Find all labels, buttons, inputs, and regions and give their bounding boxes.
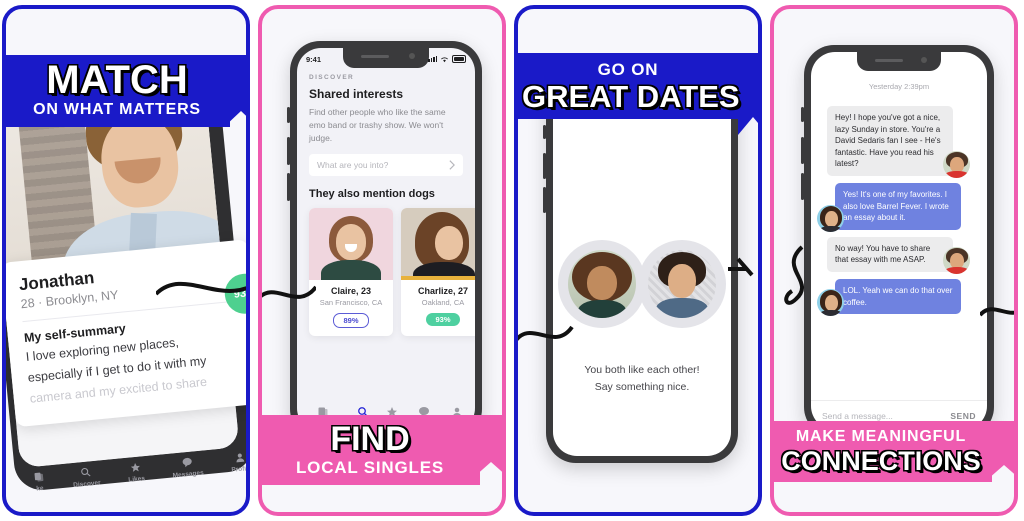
- card-match-badge: 93%: [426, 313, 460, 327]
- banner-subhead: LOCAL SINGLES: [296, 458, 444, 478]
- avatar: [817, 204, 844, 232]
- message-row: No way! You have to share that essay wit…: [817, 236, 981, 274]
- tab-label: Profile: [231, 464, 246, 474]
- tab-label: Discover: [72, 479, 101, 490]
- panel-4-banner: MAKE MEANINGFUL CONNECTIONS: [774, 421, 992, 483]
- message-row: Hey! I hope you've got a nice, lazy Sund…: [817, 106, 981, 178]
- page-subtitle: Find other people who like the same emo …: [309, 107, 446, 143]
- gallery-panel-1: Jonathan 28 · Brooklyn, NY My self-summa…: [2, 5, 250, 516]
- status-time: 9:41: [306, 54, 322, 64]
- sidebar-item-doubletake[interactable]: ke: [33, 471, 46, 493]
- panel-1-banner: MATCH ON WHAT MATTERS: [6, 55, 230, 127]
- match-avatars: [558, 240, 726, 328]
- card-name: Claire, 23: [330, 286, 372, 297]
- match-card[interactable]: Charlize, 27 Oakland, CA 93%: [401, 208, 475, 337]
- status-bar: 9:41: [297, 48, 475, 70]
- banner-headline: GREAT DATES: [522, 78, 740, 114]
- discover-content: DISCOVER Shared interests Find other peo…: [297, 74, 475, 402]
- sidebar-item-likes[interactable]: Likes: [127, 461, 146, 484]
- banner-headline: FIND: [330, 420, 410, 458]
- panel-3-banner: GO ON GREAT DATES: [518, 53, 742, 120]
- chevron-right-icon: [449, 160, 455, 170]
- card-name: Charlize, 27: [417, 286, 469, 297]
- avatar-left: [568, 250, 636, 318]
- screenshot-gallery: Jonathan 28 · Brooklyn, NY My self-summa…: [0, 0, 1024, 521]
- section-eyebrow: DISCOVER: [309, 74, 355, 81]
- avatar: [943, 150, 970, 178]
- wifi-icon: [441, 56, 448, 62]
- tab-label: Likes: [128, 475, 146, 484]
- banner-subhead: GO ON: [597, 60, 659, 79]
- avatar-right: [648, 250, 716, 318]
- phone-frame: You both like each other! Say something …: [543, 65, 738, 463]
- tab-label: ke: [36, 484, 44, 493]
- search-placeholder: What are you into?: [317, 160, 389, 171]
- phone-screen: You both like each other! Say something …: [553, 72, 731, 456]
- phone-screen: Yesterday 2:39pm Hey! I hope you've got …: [811, 52, 987, 430]
- signal-icon: [428, 56, 437, 62]
- panel-1-stage: Jonathan 28 · Brooklyn, NY My self-summa…: [6, 9, 246, 512]
- person-icon: [236, 453, 245, 463]
- send-button[interactable]: SEND: [950, 411, 976, 421]
- card-location: San Francisco, CA: [319, 298, 383, 308]
- sidebar-item-profile[interactable]: Profile: [230, 451, 246, 474]
- results-heading: They also mention dogs: [309, 188, 435, 201]
- profile-info-card: Jonathan 28 · Brooklyn, NY My self-summa…: [6, 239, 246, 428]
- banner-headline: CONNECTIONS: [781, 445, 981, 476]
- card-match-badge: 89%: [333, 313, 369, 329]
- doubletake-icon: [34, 472, 44, 482]
- match-line-1: You both like each other!: [584, 364, 700, 376]
- message-bubble: Hey! I hope you've got a nice, lazy Sund…: [827, 106, 953, 176]
- avatar: [943, 246, 970, 274]
- match-card-list: Claire, 23 San Francisco, CA 89% Charliz…: [309, 208, 475, 337]
- sidebar-item-discover[interactable]: Discover: [72, 465, 101, 489]
- sidebar-item-messages[interactable]: Messages: [171, 456, 204, 480]
- banner-headline: MATCH: [46, 58, 188, 102]
- gallery-panel-3: You both like each other! Say something …: [514, 5, 762, 516]
- panel-4-stage: Yesterday 2:39pm Hey! I hope you've got …: [774, 9, 1014, 512]
- message-bubble: Yes! It's one of my favorites. I also lo…: [835, 182, 961, 230]
- banner-subhead: MAKE MEANINGFUL: [795, 428, 967, 445]
- match-line-2: Say something nice.: [594, 380, 690, 393]
- star-icon: [130, 462, 140, 472]
- card-location: Oakland, CA: [421, 298, 465, 308]
- message-list: Hey! I hope you've got a nice, lazy Sund…: [811, 106, 987, 396]
- message-row: LOL. Yeah we can do that over coffee.: [817, 278, 981, 317]
- message-bubble: No way! You have to share that essay wit…: [827, 236, 953, 272]
- phone-frame: Yesterday 2:39pm Hey! I hope you've got …: [801, 45, 994, 437]
- card-photo: [401, 208, 475, 281]
- message-bubble: LOL. Yeah we can do that over coffee.: [835, 278, 961, 315]
- chat-icon: [182, 457, 192, 468]
- message-row: Yes! It's one of my favorites. I also lo…: [817, 182, 981, 232]
- gallery-panel-2: 9:41 DISCOVER Shared interests Find othe…: [258, 5, 506, 516]
- chat-timestamp: Yesterday 2:39pm: [868, 82, 930, 91]
- match-card[interactable]: Claire, 23 San Francisco, CA 89%: [309, 208, 393, 337]
- tab-label: Messages: [172, 469, 204, 480]
- interests-search-input[interactable]: What are you into?: [309, 154, 463, 177]
- avatar: [817, 289, 844, 317]
- panel-3-stage: You both like each other! Say something …: [518, 9, 758, 512]
- match-message: You both like each other! Say something …: [553, 362, 731, 396]
- banner-subhead: ON WHAT MATTERS: [33, 101, 201, 118]
- phone-notch: [857, 52, 941, 71]
- panel-2-banner: FIND LOCAL SINGLES: [262, 415, 480, 486]
- gallery-panel-4: Yesterday 2:39pm Hey! I hope you've got …: [770, 5, 1018, 516]
- page-title: Shared interests: [309, 87, 404, 101]
- phone-frame: 9:41 DISCOVER Shared interests Find othe…: [287, 41, 482, 439]
- search-icon: [81, 467, 91, 477]
- message-input[interactable]: Send a message...: [822, 411, 893, 421]
- panel-2-stage: 9:41 DISCOVER Shared interests Find othe…: [262, 9, 502, 512]
- card-photo: [309, 208, 393, 281]
- battery-icon: [452, 55, 466, 63]
- phone-screen: 9:41 DISCOVER Shared interests Find othe…: [297, 48, 475, 432]
